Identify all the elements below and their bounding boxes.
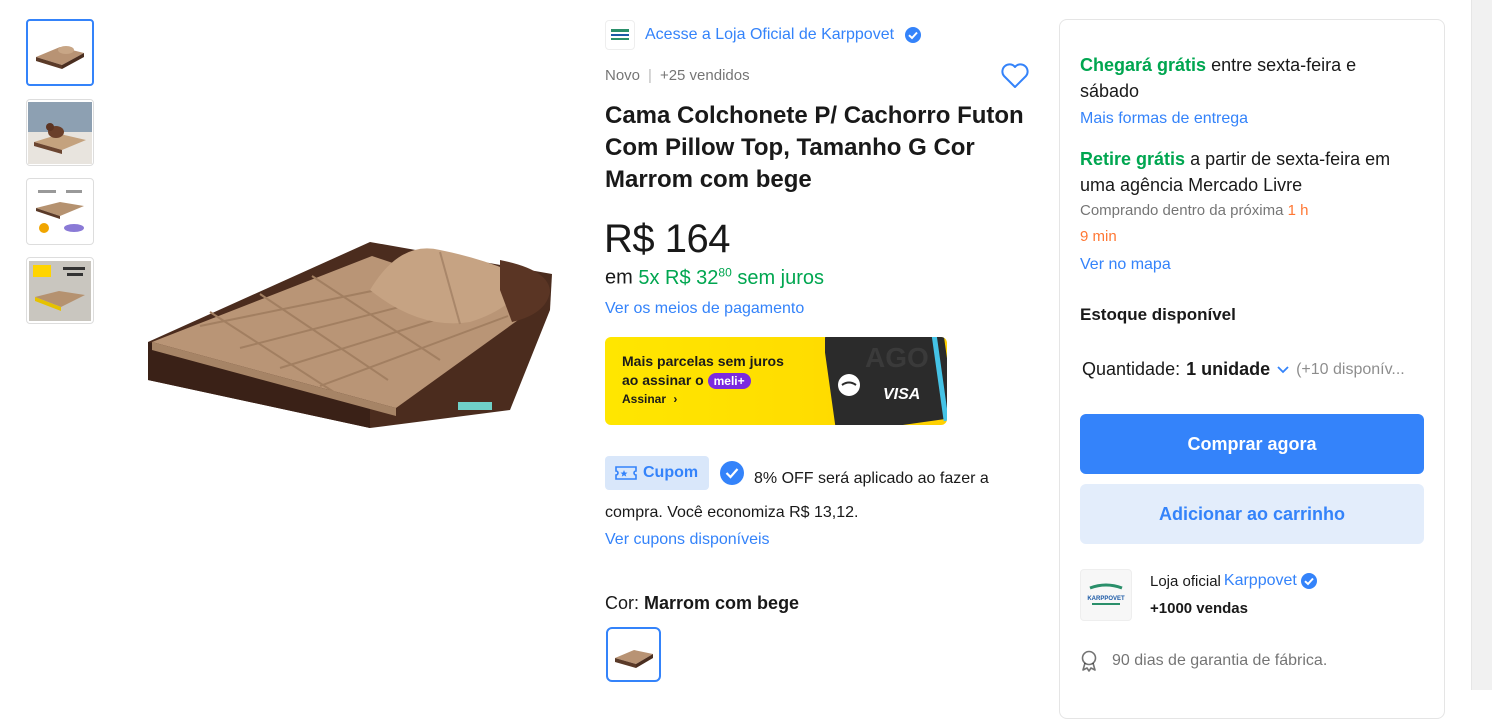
verified-icon: [1300, 573, 1317, 589]
banner-cta[interactable]: Assinar ›: [622, 392, 677, 406]
buy-now-button[interactable]: Comprar agora: [1080, 414, 1424, 474]
available-quantity: (+10 disponív...: [1296, 360, 1405, 378]
verified-icon: [905, 27, 922, 43]
countdown-prefix: Comprando dentro da próxima: [1080, 202, 1284, 219]
color-label: Cor:: [605, 593, 640, 613]
condition-label: Novo: [605, 67, 641, 84]
warranty-info: 90 dias de garantia de fábrica.: [1080, 650, 1327, 672]
product-price: R$ 164: [604, 217, 730, 261]
installment-value: 5x R$ 3280 sem juros: [638, 265, 825, 289]
stock-title: Estoque disponível: [1080, 305, 1236, 324]
dog-bed-image: [148, 242, 552, 428]
banner-line-1: Mais parcelas sem juros: [622, 353, 784, 369]
installments: em 5x R$ 3280 sem juros: [605, 265, 824, 290]
thumbnail-3[interactable]: [26, 178, 94, 245]
thumbnail-4[interactable]: [26, 257, 94, 324]
seller-name-link[interactable]: Karppovet: [1224, 572, 1297, 590]
product-sizes-image: [29, 260, 91, 321]
svg-text:AGO: AGO: [865, 342, 929, 373]
installment-suffix: sem juros: [737, 266, 825, 289]
subtitle-separator: |: [648, 67, 652, 84]
banner-cta-label: Assinar: [622, 392, 667, 406]
product-photo-with-dog-image: [28, 101, 92, 164]
quantity-selector[interactable]: Quantidade: 1 unidade (+10 disponív...: [1082, 359, 1405, 380]
seller-logo-text: KARPPOVET: [1087, 596, 1125, 602]
available-coupons-link[interactable]: Ver cupons disponíveis: [605, 531, 770, 549]
warranty-text: 90 dias de garantia de fábrica.: [1112, 652, 1328, 669]
shipping-highlight: Chegará grátis: [1080, 55, 1207, 75]
shipping-line: Chegará grátis entre sexta-feira e sábad…: [1080, 52, 1420, 104]
seller-prefix: Loja oficial: [1150, 572, 1221, 590]
store-logo-icon: [605, 20, 635, 50]
installment-cents: 80: [718, 265, 732, 279]
banner-text: Mais parcelas sem juros ao assinar o mel…: [622, 352, 784, 390]
favorite-heart-icon[interactable]: [1000, 62, 1030, 95]
page-scrollbar[interactable]: [1471, 0, 1492, 690]
meli-plus-badge: meli+: [707, 373, 751, 389]
thumbnail-2[interactable]: [26, 99, 94, 166]
product-subtitle: Novo | +25 vendidos: [605, 67, 750, 84]
variant-thumbnail-image: [614, 649, 653, 668]
chevron-down-icon: [1277, 365, 1289, 373]
countdown-hours: 1 h: [1287, 202, 1309, 219]
award-ribbon-icon: [1081, 650, 1097, 672]
quantity-label: Quantidade:: [1082, 359, 1181, 379]
banner-line-2-text: ao assinar o: [622, 372, 704, 388]
meli-plus-banner[interactable]: Mais parcelas sem juros ao assinar o mel…: [605, 337, 947, 425]
quantity-value: 1 unidade: [1186, 359, 1271, 379]
credit-card-image: AGO VISA: [825, 337, 947, 425]
add-to-cart-button[interactable]: Adicionar ao carrinho: [1080, 484, 1424, 544]
pickup-highlight: Retire grátis: [1080, 149, 1186, 169]
seller-logo-image: KARPPOVET: [1087, 583, 1125, 605]
shipping-info: Chegará grátis entre sexta-feira e sábad…: [1080, 52, 1420, 278]
coupon-badge-label: Cupom: [643, 464, 699, 481]
ticket-icon: [615, 466, 637, 480]
chevron-right-icon: ›: [673, 392, 678, 406]
product-title: Cama Colchonete P/ Cachorro Futon Com Pi…: [605, 102, 1024, 193]
coupon-check-icon[interactable]: [720, 461, 744, 485]
seller-info: Loja oficial Karppovet: [1150, 572, 1318, 590]
thumbnail-1[interactable]: [26, 19, 94, 86]
seller-logo[interactable]: KARPPOVET: [1080, 569, 1132, 621]
seller-sales: +1000 vendas: [1150, 600, 1248, 617]
payment-methods-link[interactable]: Ver os meios de pagamento: [605, 300, 804, 318]
color-variant-label: Cor: Marrom com bege: [605, 593, 799, 614]
view-on-map-link[interactable]: Ver no mapa: [1080, 256, 1171, 273]
color-value: Marrom com bege: [644, 593, 800, 613]
sold-count: +25 vendidos: [659, 67, 750, 84]
product-measures-image: [36, 189, 84, 233]
visa-logo: VISA: [883, 386, 920, 403]
banner-line-2: ao assinar o meli+: [622, 371, 784, 390]
store-link-text[interactable]: Acesse a Loja Oficial de Karppovet: [645, 26, 894, 44]
main-product-image[interactable]: [140, 230, 560, 440]
pickup-countdown: Comprando dentro da próxima 1 h 9 min: [1080, 198, 1420, 250]
product-thumbnail-image: [36, 45, 84, 69]
color-variant-option[interactable]: [606, 627, 661, 682]
more-delivery-options-link[interactable]: Mais formas de entrega: [1080, 110, 1248, 127]
official-store-link[interactable]: Acesse a Loja Oficial de Karppovet: [605, 20, 922, 50]
pickup-line: Retire grátis a partir de sexta-feira em…: [1080, 146, 1420, 198]
coupon-badge[interactable]: Cupom: [605, 456, 709, 490]
countdown-minutes: 9 min: [1080, 228, 1117, 245]
installment-amount: 5x R$ 32: [638, 266, 719, 289]
installment-prefix: em: [605, 266, 633, 289]
